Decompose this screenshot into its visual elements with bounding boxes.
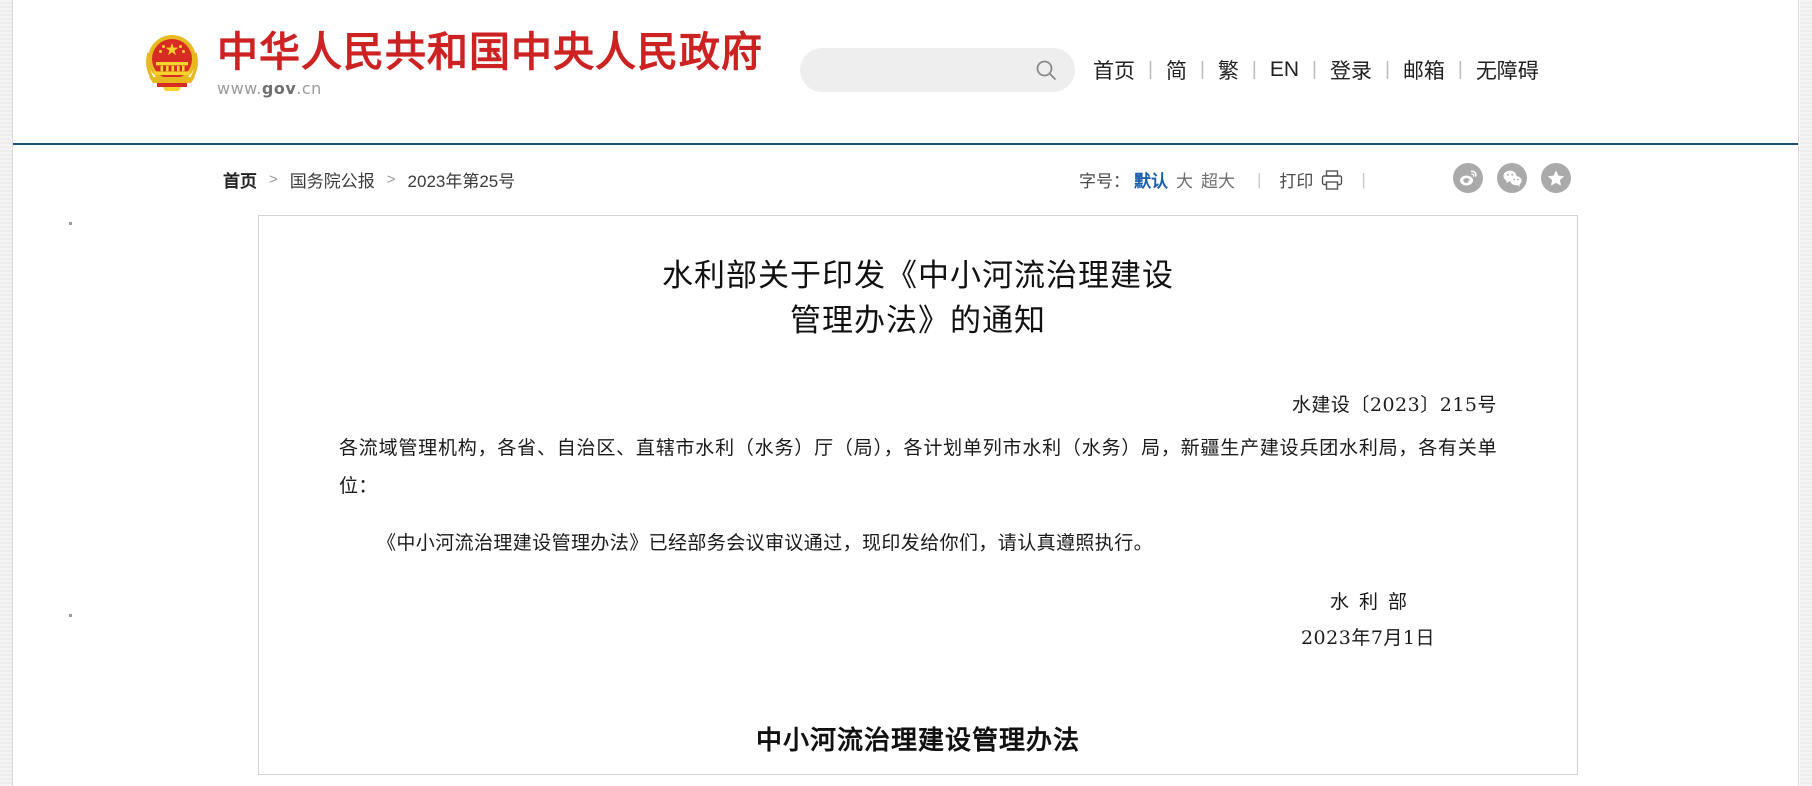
toolbar-row: 首页 > 国务院公报 > 2023年第25号 字号： 默认 大 超大 | 打印	[13, 145, 1798, 215]
section-title: 中小河流治理建设管理办法	[755, 726, 1080, 757]
weibo-icon[interactable]	[1453, 163, 1483, 193]
brand-url-suffix: .cn	[296, 79, 322, 98]
brand-title: 中华人民共和国中央人民政府	[217, 28, 763, 76]
breadcrumb-arrow-icon: >	[386, 171, 396, 188]
brand-url-mid: gov	[261, 79, 297, 98]
gutter-marker-dot	[69, 614, 72, 617]
signature-organization: 水利部	[1329, 590, 1417, 613]
document-number: 水建设〔2023〕215号	[1291, 393, 1497, 416]
page-edge-left	[0, 0, 12, 786]
article-body: 水利部关于印发《中小河流治理建设 管理办法》的通知 水建设〔2023〕215号 …	[259, 216, 1577, 757]
site-header: 中华人民共和国中央人民政府 www.gov.cn 首页 | 简 | 繁 | EN	[13, 0, 1798, 145]
print-button[interactable]: 打印	[1279, 167, 1343, 192]
document-body-paragraph: 《中小河流治理建设管理办法》已经部务会议审议通过，现印发给你们，请认真遵照执行。	[377, 531, 1154, 554]
search-input[interactable]	[818, 48, 1022, 94]
breadcrumb: 首页 > 国务院公报 > 2023年第25号	[223, 167, 515, 192]
top-nav-item-login[interactable]: 登录	[1328, 55, 1374, 85]
search-box[interactable]	[800, 48, 1075, 94]
top-nav-item-simplified[interactable]: 简	[1164, 55, 1189, 85]
favorite-star-icon[interactable]	[1541, 163, 1571, 193]
breadcrumb-item-gazette[interactable]: 国务院公报	[290, 167, 375, 192]
article-tools: 字号： 默认 大 超大 | 打印 |	[1079, 167, 1384, 192]
brand-url-prefix: www.	[217, 79, 262, 98]
search-icon[interactable]	[1035, 59, 1057, 81]
doc-title-line-2: 管理办法》的通知	[790, 302, 1046, 339]
top-nav-separator: |	[1384, 59, 1390, 80]
page-frame: 中华人民共和国中央人民政府 www.gov.cn 首页 | 简 | 繁 | EN	[12, 0, 1799, 786]
top-nav-separator: |	[1457, 59, 1463, 80]
signature-block: 水利部 2023年7月1日	[339, 584, 1497, 656]
brand-url: www.gov.cn	[217, 81, 763, 97]
font-size-default-button[interactable]: 默认	[1130, 167, 1172, 192]
site-brand[interactable]: 中华人民共和国中央人民政府 www.gov.cn	[143, 30, 763, 97]
toolbar-separator: |	[1257, 169, 1262, 189]
top-nav-item-english[interactable]: EN	[1268, 58, 1301, 82]
top-nav-item-mail[interactable]: 邮箱	[1401, 55, 1447, 85]
gutter-marker-dot	[69, 222, 72, 225]
doc-title-line-1: 水利部关于印发《中小河流治理建设	[662, 258, 1174, 294]
breadcrumb-arrow-icon: >	[269, 171, 278, 188]
article-card: 水利部关于印发《中小河流治理建设 管理办法》的通知 水建设〔2023〕215号 …	[258, 215, 1578, 775]
top-nav-separator: |	[1312, 59, 1317, 80]
document-recipients: 各流域管理机构，各省、自治区、直辖市水利（水务）厅（局），各计划单列市水利（水务…	[339, 436, 1497, 497]
national-emblem-icon	[143, 33, 201, 95]
top-nav-item-accessibility[interactable]: 无障碍	[1474, 55, 1541, 85]
toolbar-separator: |	[1361, 169, 1366, 189]
wechat-icon[interactable]	[1497, 163, 1527, 193]
breadcrumb-item-issue[interactable]: 2023年第25号	[408, 167, 516, 192]
top-nav-separator: |	[1251, 59, 1257, 80]
signature-date: 2023年7月1日	[1300, 626, 1435, 649]
breadcrumb-item-home[interactable]: 首页	[223, 167, 257, 192]
top-nav-separator: |	[1199, 59, 1205, 80]
top-nav-separator: |	[1148, 59, 1153, 80]
top-nav: 首页 | 简 | 繁 | EN | 登录 | 邮箱 | 无障碍	[1091, 55, 1541, 85]
font-size-label: 字号：	[1079, 172, 1130, 191]
font-size-extra-large-button[interactable]: 超大	[1197, 167, 1239, 192]
top-nav-item-home[interactable]: 首页	[1091, 55, 1137, 85]
font-size-large-button[interactable]: 大	[1172, 167, 1197, 192]
share-icons	[1453, 163, 1571, 193]
page-edge-right	[1800, 0, 1812, 786]
printer-icon	[1321, 169, 1343, 190]
top-nav-item-traditional[interactable]: 繁	[1216, 55, 1241, 85]
page-title: 水利部关于印发《中小河流治理建设 管理办法》的通知	[598, 254, 1238, 344]
print-label: 打印	[1279, 172, 1314, 191]
